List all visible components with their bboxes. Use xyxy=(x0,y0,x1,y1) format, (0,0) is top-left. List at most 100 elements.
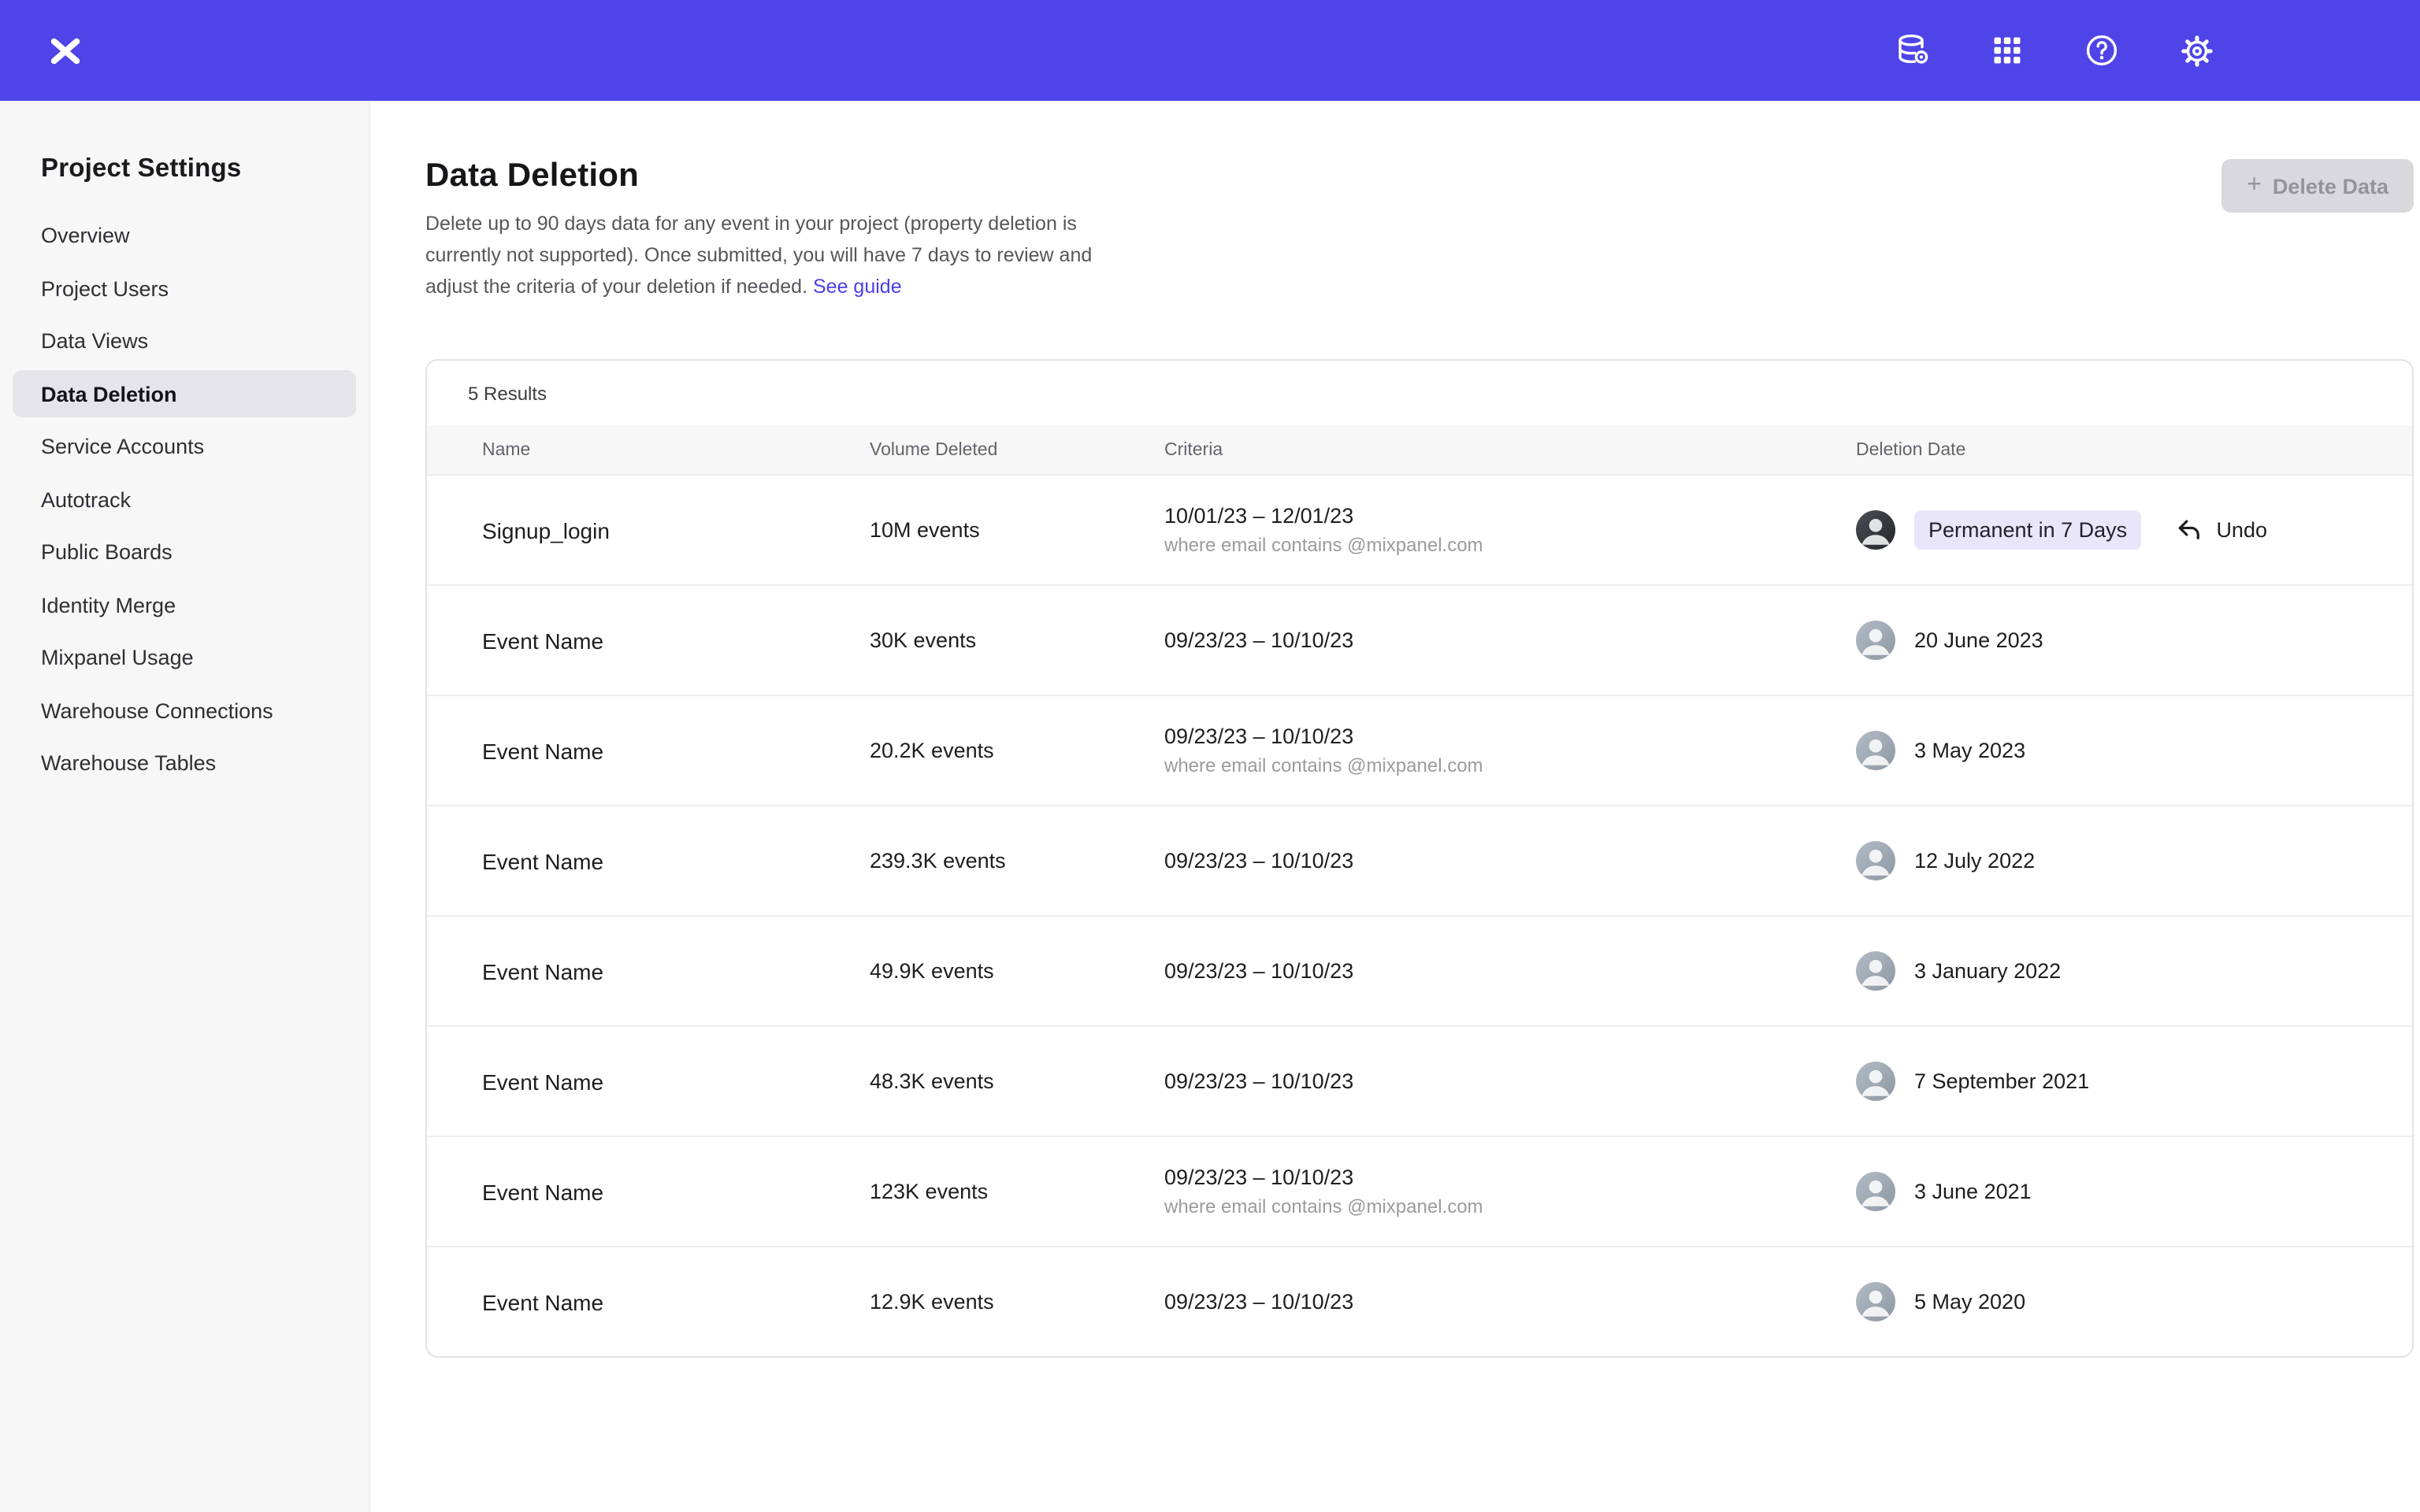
table-row: Event Name 30K events 09/23/23 – 10/10/2… xyxy=(427,585,2412,695)
help-icon[interactable] xyxy=(2083,32,2121,69)
table-row: Event Name 20.2K events 09/23/23 – 10/10… xyxy=(427,695,2412,806)
event-name: Event Name xyxy=(482,628,870,654)
sidebar-item-label: Warehouse Connections xyxy=(41,699,273,722)
sidebar-item-label: Overview xyxy=(41,224,130,247)
avatar xyxy=(1856,1062,1895,1102)
criteria-cell: 09/23/23 – 10/10/23 xyxy=(1164,1070,1856,1094)
person-icon xyxy=(1856,732,1895,771)
sidebar-item-warehouse-tables[interactable]: Warehouse Tables xyxy=(13,739,356,787)
settings-icon[interactable] xyxy=(2177,32,2215,69)
sidebar-item-label: Data Views xyxy=(41,329,148,353)
person-icon xyxy=(1856,1283,1895,1322)
column-header-volume: Volume Deleted xyxy=(870,441,1164,460)
deletion-date-cell: 3 May 2023 xyxy=(1856,732,2365,771)
deletion-date-cell: 3 June 2021 xyxy=(1856,1173,2365,1212)
person-icon xyxy=(1856,952,1895,991)
app: Project Settings Overview Project Users Da… xyxy=(0,0,2420,1512)
criteria-range: 09/23/23 – 10/10/23 xyxy=(1164,1166,1856,1190)
sidebar-item-autotrack[interactable]: Autotrack xyxy=(13,476,356,523)
deletion-date-cell: Permanent in 7 Days Undo xyxy=(1856,511,2365,550)
sidebar-item-data-deletion[interactable]: Data Deletion xyxy=(13,370,356,417)
sidebar-item-overview[interactable]: Overview xyxy=(13,212,356,259)
criteria-cell: 09/23/23 – 10/10/23 xyxy=(1164,850,1856,873)
table-row: Event Name 48.3K events 09/23/23 – 10/10… xyxy=(427,1026,2412,1136)
delete-data-button[interactable]: + Delete Data xyxy=(2221,159,2414,213)
see-guide-link[interactable]: See guide xyxy=(813,275,902,297)
criteria-range: 09/23/23 – 10/10/23 xyxy=(1164,1070,1856,1094)
avatar xyxy=(1856,1283,1895,1322)
person-icon xyxy=(1856,1173,1895,1212)
column-header-name: Name xyxy=(482,441,870,460)
deletion-date-badge: 3 January 2022 xyxy=(1914,960,2061,984)
avatar xyxy=(1856,732,1895,771)
avatar xyxy=(1856,952,1895,991)
description-text: Delete up to 90 days data for any event … xyxy=(425,213,1092,297)
data-management-icon[interactable] xyxy=(1894,32,1932,69)
deletion-date-cell: 3 January 2022 xyxy=(1856,952,2365,991)
event-name: Event Name xyxy=(482,849,870,874)
table-row: Signup_login 10M events 10/01/23 – 12/01… xyxy=(427,475,2412,585)
criteria-cell: 10/01/23 – 12/01/23 where email contains… xyxy=(1164,505,1856,557)
table-row: Event Name 123K events 09/23/23 – 10/10/… xyxy=(427,1136,2412,1247)
sidebar-item-mixpanel-usage[interactable]: Mixpanel Usage xyxy=(13,634,356,681)
event-name: Event Name xyxy=(482,739,870,764)
person-icon xyxy=(1856,1062,1895,1102)
deletion-date-cell: 5 May 2020 xyxy=(1856,1283,2365,1322)
undo-button[interactable]: Undo xyxy=(2175,517,2267,544)
page-description: Delete up to 90 days data for any event … xyxy=(425,209,1138,303)
sidebar-item-label: Warehouse Tables xyxy=(41,751,216,775)
topbar-icons xyxy=(1894,32,2215,69)
sidebar-item-label: Data Deletion xyxy=(41,382,177,406)
table-row: Event Name 49.9K events 09/23/23 – 10/10… xyxy=(427,916,2412,1026)
deletion-date-badge: 5 May 2020 xyxy=(1914,1291,2025,1314)
avatar xyxy=(1856,621,1895,661)
sidebar-item-warehouse-connections[interactable]: Warehouse Connections xyxy=(13,687,356,734)
undo-icon xyxy=(2175,517,2202,544)
sidebar-item-data-views[interactable]: Data Views xyxy=(13,317,356,365)
sidebar-item-project-users[interactable]: Project Users xyxy=(13,265,356,312)
sidebar-item-identity-merge[interactable]: Identity Merge xyxy=(13,581,356,628)
sidebar-item-public-boards[interactable]: Public Boards xyxy=(13,528,356,576)
deletion-date-badge: 3 June 2021 xyxy=(1914,1180,2032,1204)
deletion-date-badge: 20 June 2023 xyxy=(1914,629,2043,653)
deletion-date-cell: 12 July 2022 xyxy=(1856,842,2365,881)
column-header-deletion-date: Deletion Date xyxy=(1856,441,2365,460)
sidebar-item-label: Public Boards xyxy=(41,540,173,564)
page-title: Data Deletion xyxy=(425,158,1138,195)
volume-deleted: 12.9K events xyxy=(870,1291,1164,1314)
delete-data-label: Delete Data xyxy=(2273,174,2388,198)
avatar xyxy=(1856,1173,1895,1212)
event-name: Event Name xyxy=(482,1069,870,1095)
plus-icon: + xyxy=(2247,173,2262,198)
person-icon xyxy=(1856,842,1895,881)
criteria-range: 09/23/23 – 10/10/23 xyxy=(1164,960,1856,984)
event-name: Event Name xyxy=(482,1180,870,1205)
sidebar-item-service-accounts[interactable]: Service Accounts xyxy=(13,423,356,470)
results-card: 5 Results Name Volume Deleted Criteria D… xyxy=(425,360,2414,1358)
main-content: Data Deletion Delete up to 90 days data … xyxy=(370,101,2420,1512)
avatar xyxy=(1856,511,1895,550)
table-row: Event Name 12.9K events 09/23/23 – 10/10… xyxy=(427,1247,2412,1357)
volume-deleted: 30K events xyxy=(870,629,1164,653)
sidebar-item-label: Project Users xyxy=(41,276,169,300)
criteria-subtext: where email contains @mixpanel.com xyxy=(1164,755,1856,777)
criteria-range: 10/01/23 – 12/01/23 xyxy=(1164,505,1856,528)
apps-grid-icon[interactable] xyxy=(1988,32,2026,69)
topbar xyxy=(0,0,2420,101)
column-header-criteria: Criteria xyxy=(1164,441,1856,460)
mixpanel-logo[interactable] xyxy=(46,32,84,69)
table-header: Name Volume Deleted Criteria Deletion Da… xyxy=(427,426,2412,475)
person-icon xyxy=(1856,621,1895,661)
deletion-date-badge: 7 September 2021 xyxy=(1914,1070,2089,1094)
criteria-cell: 09/23/23 – 10/10/23 where email contains… xyxy=(1164,725,1856,777)
results-count: 5 Results xyxy=(427,361,2412,426)
event-name: Signup_login xyxy=(482,518,870,543)
sidebar-item-label: Mixpanel Usage xyxy=(41,646,194,669)
sidebar-title: Project Settings xyxy=(0,101,369,206)
volume-deleted: 48.3K events xyxy=(870,1070,1164,1094)
criteria-range: 09/23/23 – 10/10/23 xyxy=(1164,725,1856,749)
table-body: Signup_login 10M events 10/01/23 – 12/01… xyxy=(427,475,2412,1357)
criteria-range: 09/23/23 – 10/10/23 xyxy=(1164,629,1856,653)
volume-deleted: 20.2K events xyxy=(870,739,1164,763)
volume-deleted: 239.3K events xyxy=(870,850,1164,873)
